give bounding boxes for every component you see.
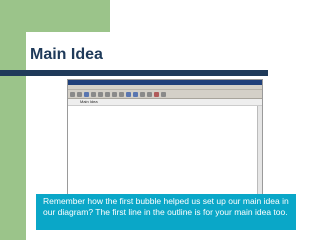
app-toolbar <box>68 90 262 99</box>
decor-left-band <box>0 0 26 240</box>
title-rule <box>0 70 268 76</box>
paste-icon[interactable] <box>112 91 117 97</box>
link-icon[interactable] <box>140 91 145 97</box>
color-icon[interactable] <box>154 91 159 97</box>
app-screenshot: Main Idea <box>67 79 263 195</box>
caption-box: Remember how the first bubble helped us … <box>36 194 296 230</box>
note-icon[interactable] <box>147 91 152 97</box>
undo-icon[interactable] <box>119 91 124 97</box>
outline-first-line[interactable]: Main Idea <box>80 99 98 105</box>
add-topic-icon[interactable] <box>126 91 131 97</box>
add-subtopic-icon[interactable] <box>133 91 138 97</box>
zoom-icon[interactable] <box>161 91 166 97</box>
copy-icon[interactable] <box>105 91 110 97</box>
slide-title: Main Idea <box>30 46 103 63</box>
print-icon[interactable] <box>91 91 96 97</box>
save-icon[interactable] <box>84 91 89 97</box>
open-icon[interactable] <box>77 91 82 97</box>
outline-first-row[interactable]: Main Idea <box>68 99 262 106</box>
outline-document-area[interactable] <box>68 106 262 194</box>
vertical-scrollbar[interactable] <box>257 106 262 194</box>
cut-icon[interactable] <box>98 91 103 97</box>
new-icon[interactable] <box>70 91 75 97</box>
decor-top-band <box>26 0 110 32</box>
